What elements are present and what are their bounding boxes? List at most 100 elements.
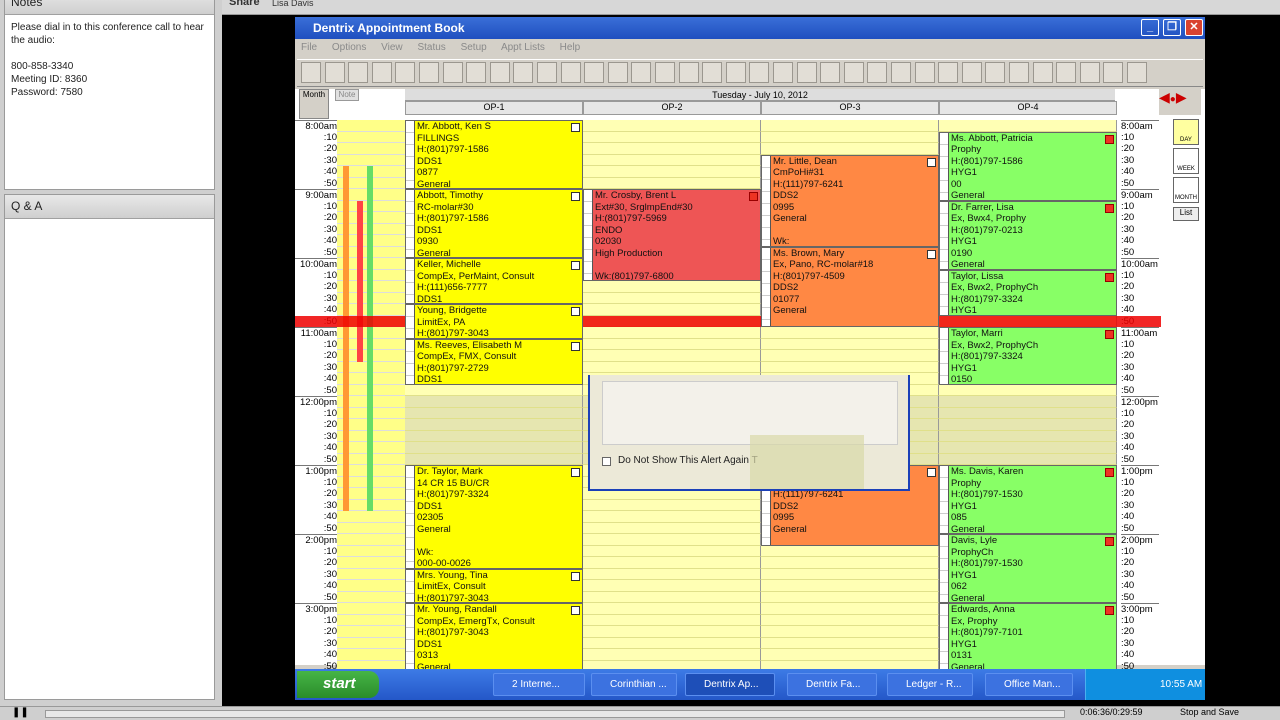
stop-save-button[interactable]: Stop and Save (1180, 707, 1239, 717)
toolbar-tool-icon[interactable] (419, 62, 439, 83)
toolbar-tool-icon[interactable] (607, 62, 628, 83)
time-slot[interactable] (583, 637, 761, 649)
close-button[interactable]: ✕ (1185, 19, 1203, 36)
time-slot[interactable] (761, 545, 939, 557)
toolbar-tool-icon[interactable] (631, 62, 652, 83)
toolbar-tool-icon[interactable] (489, 62, 510, 83)
time-slot[interactable] (939, 407, 1117, 419)
time-slot[interactable] (583, 545, 761, 557)
menu-view[interactable]: View (381, 42, 403, 53)
time-slot[interactable] (583, 120, 761, 132)
month-view-button[interactable]: MONTH (1173, 177, 1199, 203)
toolbar-tool-icon[interactable] (442, 62, 463, 83)
time-slot[interactable] (583, 338, 761, 350)
progress-track[interactable] (45, 710, 1065, 718)
list-view-button[interactable]: List (1173, 207, 1199, 221)
qa-title[interactable]: Q & A (5, 195, 214, 219)
toolbar-tool-icon[interactable] (537, 62, 557, 83)
time-slot[interactable] (583, 580, 761, 592)
appointment-block[interactable]: Taylor, Marri Ex, Bwx2, ProphyCh H:(801)79… (939, 327, 1117, 385)
time-slot[interactable] (405, 384, 583, 396)
appointment-block[interactable]: Mr. Crosby, Brent L Ext#30, SrglmpEnd#30 H… (583, 189, 761, 281)
time-slot[interactable] (405, 419, 583, 431)
time-slot[interactable] (761, 626, 939, 638)
toolbar-tool-icon[interactable] (466, 62, 487, 83)
time-slot[interactable] (761, 580, 939, 592)
time-slot[interactable] (583, 143, 761, 155)
time-slot[interactable] (583, 614, 761, 626)
time-slot[interactable] (583, 557, 761, 569)
appointment-block[interactable]: Edwards, Anna Ex, Prophy H:(801)797-7101 HY… (939, 603, 1117, 672)
toolbar-tool-icon[interactable] (725, 62, 746, 83)
op-header-1[interactable]: OP-1 (405, 101, 583, 115)
appointment-block[interactable]: Dr. Taylor, Mark 14 CR 15 BU/CR H:(801)797… (405, 465, 583, 569)
toolbar-tool-icon[interactable] (938, 62, 959, 83)
appointment-block[interactable]: Mr. Abbott, Ken S FILLINGS H:(801)797-1586… (405, 120, 583, 189)
toolbar-tool-icon[interactable] (513, 62, 534, 83)
toolbar-tool-icon[interactable] (1079, 62, 1100, 83)
time-slot[interactable] (761, 338, 939, 350)
time-slot[interactable] (939, 453, 1117, 465)
toolbar-tool-icon[interactable] (1056, 62, 1077, 83)
time-slot[interactable] (583, 350, 761, 362)
toolbar-tool-icon[interactable] (843, 62, 864, 83)
toolbar-tool-icon[interactable] (395, 62, 416, 83)
appointment-block[interactable]: Mr. Little, Dean CmPoHi#31 H:(111)797-6241… (761, 154, 939, 247)
time-slot[interactable] (761, 361, 939, 373)
toolbar-tool-icon[interactable] (324, 62, 345, 83)
time-slot[interactable] (761, 591, 939, 603)
toolbar-tool-icon[interactable] (301, 62, 321, 83)
time-slot[interactable] (761, 637, 939, 649)
appointment-block[interactable]: Abbott, Timothy RC-molar#30 H:(801)797-158… (405, 189, 583, 258)
appointment-block[interactable]: Dr. Farrer, Lisa Ex, Bwx4, Prophy H:(801)7… (939, 200, 1117, 270)
time-slot[interactable] (761, 120, 939, 132)
toolbar-tool-icon[interactable] (1127, 62, 1147, 83)
appointment-block[interactable]: Mr. Young, Randall CompEx, EmergTx, Consu… (405, 603, 583, 672)
task-internet[interactable]: 2 Interne... (493, 673, 585, 696)
toolbar-tool-icon[interactable] (773, 62, 793, 83)
time-slot[interactable] (939, 442, 1117, 454)
appointment-block[interactable]: Mrs. Young, Tina LimitEx, Consult H:(801)7… (405, 568, 583, 603)
week-view-button[interactable]: WEEK (1173, 148, 1199, 174)
appointment-block[interactable]: Taylor, Lissa Ex, Bwx2, ProphyCh H:(801)79… (939, 269, 1117, 316)
time-slot[interactable] (583, 361, 761, 373)
toolbar-tool-icon[interactable] (749, 62, 770, 83)
toolbar-tool-icon[interactable] (867, 62, 888, 83)
toolbar-tool-icon[interactable] (678, 62, 699, 83)
time-slot[interactable] (939, 430, 1117, 442)
time-slot[interactable] (583, 131, 761, 143)
toolbar-tool-icon[interactable] (702, 62, 723, 83)
time-slot[interactable] (583, 281, 761, 293)
time-slot[interactable] (583, 626, 761, 638)
start-button[interactable]: start (297, 671, 379, 698)
time-slot[interactable] (583, 591, 761, 603)
menu-setup[interactable]: Setup (461, 42, 487, 53)
menu-status[interactable]: Status (417, 42, 445, 53)
time-slot[interactable] (583, 177, 761, 189)
time-slot[interactable] (761, 557, 939, 569)
task-dentrix-appt[interactable]: Dentrix Ap... (685, 673, 775, 696)
time-slot[interactable] (583, 603, 761, 615)
maximize-button[interactable]: ❐ (1163, 19, 1181, 36)
time-slot[interactable] (761, 603, 939, 615)
minimize-button[interactable]: _ (1141, 19, 1159, 36)
appointment-block[interactable]: Young, Bridgette LimitEx, PA H:(801)797-30… (405, 304, 583, 339)
appointment-block[interactable]: Ms. Brown, Mary Ex, Pano, RC-molar#18 H:(8… (761, 246, 939, 327)
toolbar-tool-icon[interactable] (560, 62, 581, 83)
toolbar-tool-icon[interactable] (1032, 62, 1053, 83)
toolbar-tool-icon[interactable] (371, 62, 392, 83)
time-slot[interactable] (761, 327, 939, 339)
time-slot[interactable] (583, 522, 761, 534)
time-slot[interactable] (405, 453, 583, 465)
time-slot[interactable] (583, 568, 761, 580)
op-header-3[interactable]: OP-3 (761, 101, 939, 115)
menu-file[interactable]: File (301, 42, 317, 53)
appointment-block[interactable]: Keller, Michelle CompEx, PerMaint, Consul… (405, 258, 583, 304)
op-header-4[interactable]: OP-4 (939, 101, 1117, 115)
day-view-button[interactable]: DAY (1173, 119, 1199, 145)
time-slot[interactable] (761, 649, 939, 661)
time-slot[interactable] (583, 304, 761, 316)
appointment-block[interactable]: Davis, Lyle ProphyCh H:(801)797-1530 HYG1 06… (939, 534, 1117, 603)
toolbar-tool-icon[interactable] (348, 62, 369, 83)
dont-show-checkbox[interactable] (602, 457, 611, 466)
